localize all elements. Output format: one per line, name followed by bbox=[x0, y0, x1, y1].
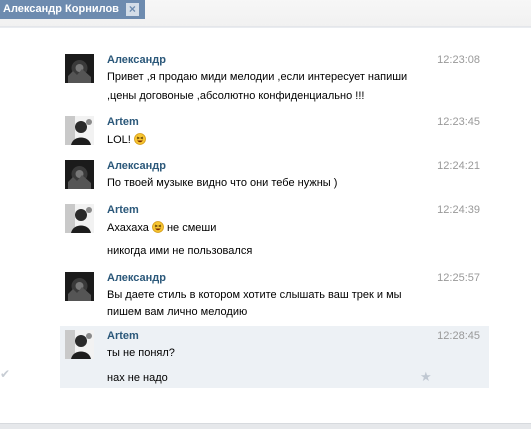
message-text: По твоей музыке видно что они тебе нужны… bbox=[107, 177, 338, 189]
message-text-row: Ахахаха не смеши bbox=[107, 221, 216, 234]
message-text: LOL! bbox=[107, 134, 131, 146]
tab-bar: Александр Корнилов × bbox=[0, 0, 531, 27]
dialog-tab[interactable]: Александр Корнилов × bbox=[0, 0, 145, 19]
dark-avatar-icon[interactable] bbox=[65, 272, 94, 301]
message-text: Ахахаха bbox=[107, 222, 149, 234]
message-time: 12:24:39 bbox=[437, 204, 480, 216]
message-author[interactable]: Artem bbox=[107, 116, 139, 128]
message-time: 12:28:45 bbox=[437, 330, 480, 342]
artem-avatar-icon[interactable] bbox=[65, 330, 94, 359]
artem-avatar-icon[interactable] bbox=[65, 204, 94, 233]
message-item: Artem 12:24:39 Ахахаха не смеши никогда … bbox=[60, 200, 489, 262]
message-text: Привет ,я продаю миди мелодии ,если инте… bbox=[107, 71, 408, 83]
message-author[interactable]: Александр bbox=[107, 160, 166, 172]
message-author[interactable]: Александр bbox=[107, 54, 166, 66]
message-text: ты не понял? bbox=[107, 347, 175, 359]
message-text-row: LOL! bbox=[107, 133, 146, 146]
message-author[interactable]: Artem bbox=[107, 330, 139, 342]
message-author[interactable]: Artem bbox=[107, 204, 139, 216]
panel-bottom-border bbox=[0, 423, 531, 429]
message-text: Вы даете стиль в котором хотите слышать … bbox=[107, 289, 402, 301]
laughing-emoji-icon bbox=[134, 133, 146, 145]
message-text: ,цены договоные ,абсолютно конфиденциаль… bbox=[107, 90, 365, 102]
message-time: 12:24:21 bbox=[437, 160, 480, 172]
message-time: 12:23:08 bbox=[437, 54, 480, 66]
message-item: Artem 12:23:45 LOL! bbox=[60, 112, 489, 150]
select-check-icon[interactable]: ✔ bbox=[0, 367, 10, 381]
message-history: Александр 12:23:08 Привет ,я продаю миди… bbox=[0, 27, 531, 424]
message-author[interactable]: Александр bbox=[107, 272, 166, 284]
message-time: 12:23:45 bbox=[437, 116, 480, 128]
message-item: Александр 12:25:57 Вы даете стиль в кото… bbox=[60, 268, 489, 324]
message-time: 12:25:57 bbox=[437, 272, 480, 284]
message-text: пишем вам лично мелодию bbox=[107, 306, 248, 318]
star-icon[interactable]: ★ bbox=[420, 369, 432, 385]
dialog-tab-title: Александр Корнилов bbox=[3, 3, 119, 15]
close-icon[interactable]: × bbox=[125, 3, 139, 16]
dark-avatar-icon[interactable] bbox=[65, 54, 94, 83]
dark-avatar-icon[interactable] bbox=[65, 160, 94, 189]
artem-avatar-icon[interactable] bbox=[65, 116, 94, 145]
laughing-emoji-icon bbox=[151, 221, 164, 233]
message-item: Александр 12:23:08 Привет ,я продаю миди… bbox=[60, 50, 489, 105]
message-text: нах не надо bbox=[107, 372, 168, 384]
message-text: не смеши bbox=[166, 222, 217, 234]
message-item: Александр 12:24:21 По твоей музыке видно… bbox=[60, 156, 489, 194]
message-text: никогда ими не пользовался bbox=[107, 245, 253, 257]
